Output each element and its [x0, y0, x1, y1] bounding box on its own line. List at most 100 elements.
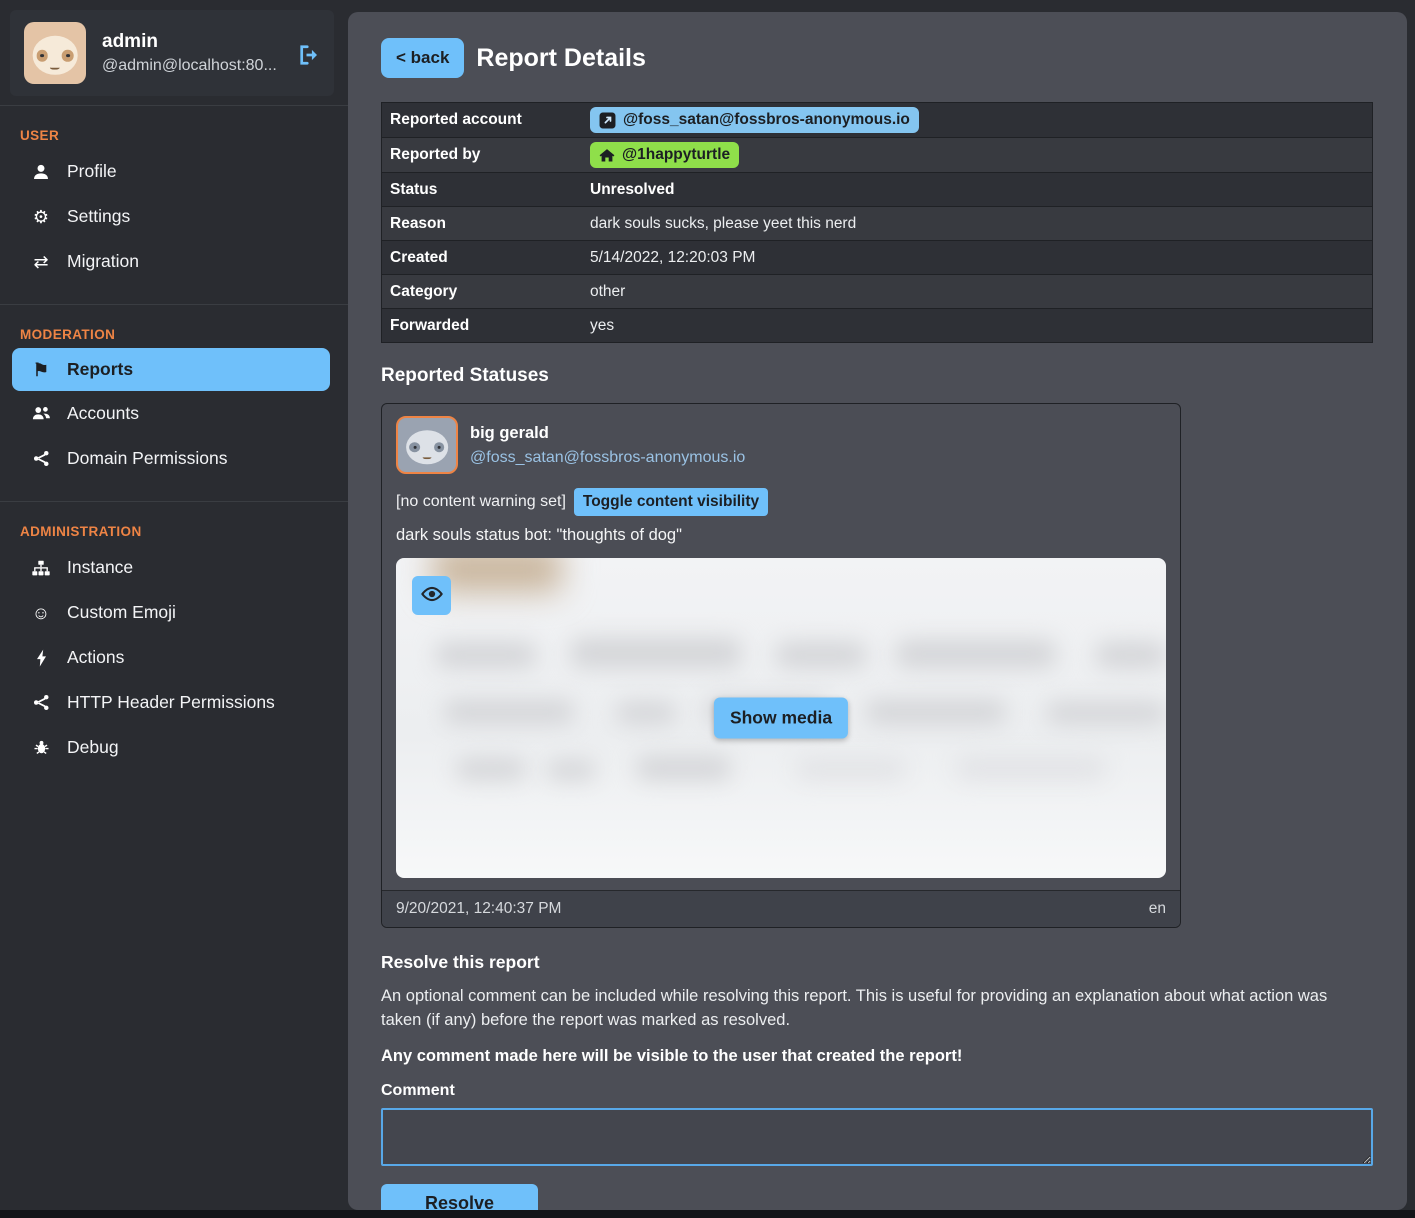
sidebar-item-label: Debug — [67, 737, 119, 758]
nav-section-moderation: MODERATION ⚑ Reports Accounts Domain Per… — [0, 304, 348, 495]
sidebar-item-instance[interactable]: Instance — [0, 545, 348, 590]
status-language: en — [1149, 900, 1166, 918]
resolve-heading: Resolve this report — [381, 952, 1373, 973]
main-wrap: < back Report Details Reported account @… — [348, 0, 1415, 1210]
sidebar-item-label: Settings — [67, 206, 130, 227]
user-card[interactable]: admin @admin@localhost:80... — [10, 10, 334, 96]
reported-account-badge[interactable]: @foss_satan@fossbros-anonymous.io — [590, 107, 919, 133]
exchange-arrows-icon: ⇄ — [30, 253, 52, 271]
sidebar-item-http-header-permissions[interactable]: HTTP Header Permissions — [0, 680, 348, 725]
sidebar-item-domain-permissions[interactable]: Domain Permissions — [0, 436, 348, 481]
status-header: big gerald @foss_satan@fossbros-anonymou… — [396, 416, 1166, 474]
report-details-table: Reported account @foss_satan@fossbros-an… — [381, 102, 1373, 343]
blur-blob — [896, 640, 1056, 668]
status-footer: 9/20/2021, 12:40:37 PM en — [382, 890, 1180, 927]
blur-blob — [636, 756, 731, 780]
user-meta: admin @admin@localhost:80... — [102, 31, 280, 75]
reported-by-handle: @1happyturtle — [622, 146, 730, 164]
content-warning-row: [no content warning set] Toggle content … — [396, 488, 1166, 516]
blurred-media-attachment[interactable]: Show media — [396, 558, 1166, 878]
field-label: Created — [382, 243, 582, 273]
field-label: Status — [382, 175, 582, 205]
home-icon — [599, 148, 615, 163]
blur-blob — [1096, 642, 1166, 668]
page-title: Report Details — [476, 44, 645, 73]
sidebar-item-debug[interactable]: Debug — [0, 725, 348, 770]
back-button[interactable]: < back — [381, 38, 464, 78]
sidebar-item-migration[interactable]: ⇄ Migration — [0, 239, 348, 284]
external-link-icon — [599, 112, 616, 129]
reported-status-card: big gerald @foss_satan@fossbros-anonymou… — [381, 403, 1181, 928]
section-label: ADMINISTRATION — [0, 506, 348, 545]
sidebar-item-label: Migration — [67, 251, 139, 272]
table-row: Category other — [382, 274, 1372, 308]
status-content-text: dark souls status bot: "thoughts of dog" — [396, 526, 1166, 545]
share-nodes-icon — [30, 450, 52, 467]
forwarded-value: yes — [582, 313, 1372, 339]
field-label: Forwarded — [382, 311, 582, 341]
gears-icon: ⚙ — [30, 208, 52, 226]
table-row: Status Unresolved — [382, 172, 1372, 206]
reported-by-badge[interactable]: @1happyturtle — [590, 142, 739, 168]
bug-icon — [30, 739, 52, 756]
blur-blob — [956, 756, 1106, 780]
sloth-face — [406, 430, 448, 463]
blur-blob — [546, 760, 596, 780]
table-row: Reason dark souls sucks, please yeet thi… — [382, 206, 1372, 240]
sidebar-item-reports[interactable]: ⚑ Reports — [12, 348, 330, 391]
flag-icon: ⚑ — [30, 361, 52, 379]
app-root: admin @admin@localhost:80... USER Profil… — [0, 0, 1415, 1210]
toggle-content-visibility-button[interactable]: Toggle content visibility — [574, 488, 768, 516]
status-author-meta: big gerald @foss_satan@fossbros-anonymou… — [470, 424, 745, 467]
sidebar-item-settings[interactable]: ⚙ Settings — [0, 194, 348, 239]
content-warning-text: [no content warning set] — [396, 493, 566, 511]
sidebar-item-actions[interactable]: Actions — [0, 635, 348, 680]
users-icon — [30, 405, 52, 422]
sidebar-item-label: Instance — [67, 557, 133, 578]
resolve-button[interactable]: Resolve — [381, 1184, 538, 1210]
share-nodes-icon — [30, 694, 52, 711]
nav-section-administration: ADMINISTRATION Instance ☺ Custom Emoji A… — [0, 501, 348, 784]
resolve-description: An optional comment can be included whil… — [381, 985, 1371, 1033]
table-row: Reported by @1happyturtle — [382, 137, 1372, 172]
blur-blob — [436, 642, 536, 668]
logout-icon[interactable] — [296, 39, 320, 67]
user-card-section: admin @admin@localhost:80... — [0, 0, 348, 106]
blur-blob — [866, 700, 1006, 724]
table-row: Forwarded yes — [382, 308, 1372, 342]
blur-blob — [796, 758, 906, 780]
blur-blob — [1046, 702, 1166, 724]
comment-label: Comment — [381, 1082, 1373, 1100]
sidebar-item-label: Custom Emoji — [67, 602, 176, 623]
sidebar-item-accounts[interactable]: Accounts — [0, 391, 348, 436]
field-label: Reason — [382, 209, 582, 239]
field-label: Reported by — [382, 140, 582, 170]
sidebar-item-label: Actions — [67, 647, 124, 668]
comment-input[interactable] — [381, 1108, 1373, 1166]
sidebar-item-profile[interactable]: Profile — [0, 149, 348, 194]
sidebar-item-custom-emoji[interactable]: ☺ Custom Emoji — [0, 590, 348, 635]
sidebar-item-label: Reports — [67, 359, 133, 380]
field-label: Category — [382, 277, 582, 307]
reason-value: dark souls sucks, please yeet this nerd — [582, 211, 1372, 237]
status-author-avatar — [396, 416, 458, 474]
blur-blob — [616, 702, 676, 724]
sidebar: admin @admin@localhost:80... USER Profil… — [0, 0, 348, 1210]
section-label: MODERATION — [0, 309, 348, 348]
blur-blob — [776, 642, 866, 668]
blur-blob — [432, 558, 562, 592]
status-author-handle[interactable]: @foss_satan@fossbros-anonymous.io — [470, 449, 745, 467]
eye-icon-button[interactable] — [412, 576, 451, 615]
bolt-icon — [30, 649, 52, 667]
sidebar-item-label: Accounts — [67, 403, 139, 424]
table-row: Reported account @foss_satan@fossbros-an… — [382, 103, 1372, 137]
admin-avatar — [24, 22, 86, 84]
section-label: USER — [0, 110, 348, 149]
reported-statuses-heading: Reported Statuses — [381, 365, 1373, 387]
resolve-warning: Any comment made here will be visible to… — [381, 1047, 1373, 1066]
username: admin — [102, 31, 280, 53]
category-value: other — [582, 279, 1372, 305]
nav-section-user: USER Profile ⚙ Settings ⇄ Migration — [0, 106, 348, 298]
sidebar-item-label: Domain Permissions — [67, 448, 227, 469]
show-media-button[interactable]: Show media — [714, 698, 848, 739]
